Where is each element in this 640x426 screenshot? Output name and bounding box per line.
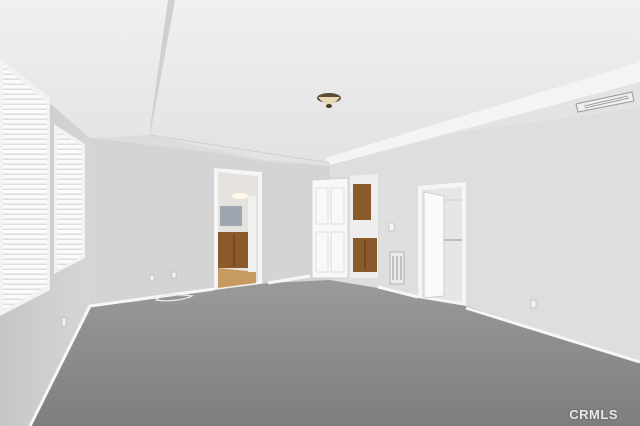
bedroom-photo bbox=[0, 0, 640, 426]
outlet bbox=[171, 271, 177, 279]
outlet bbox=[149, 274, 155, 282]
outlet bbox=[61, 317, 67, 327]
watermark-logo: CRMLS bbox=[569, 407, 618, 422]
closet-interior-cabinets bbox=[350, 174, 378, 278]
bathroom-doorway bbox=[214, 168, 262, 290]
window-left-large bbox=[0, 58, 50, 316]
closet-door-open bbox=[311, 177, 349, 279]
walk-in-closet-doorway bbox=[418, 182, 466, 306]
window-left-small bbox=[54, 124, 85, 274]
outlet bbox=[530, 299, 537, 309]
floor-vent bbox=[389, 251, 405, 285]
light-switch bbox=[388, 222, 395, 232]
